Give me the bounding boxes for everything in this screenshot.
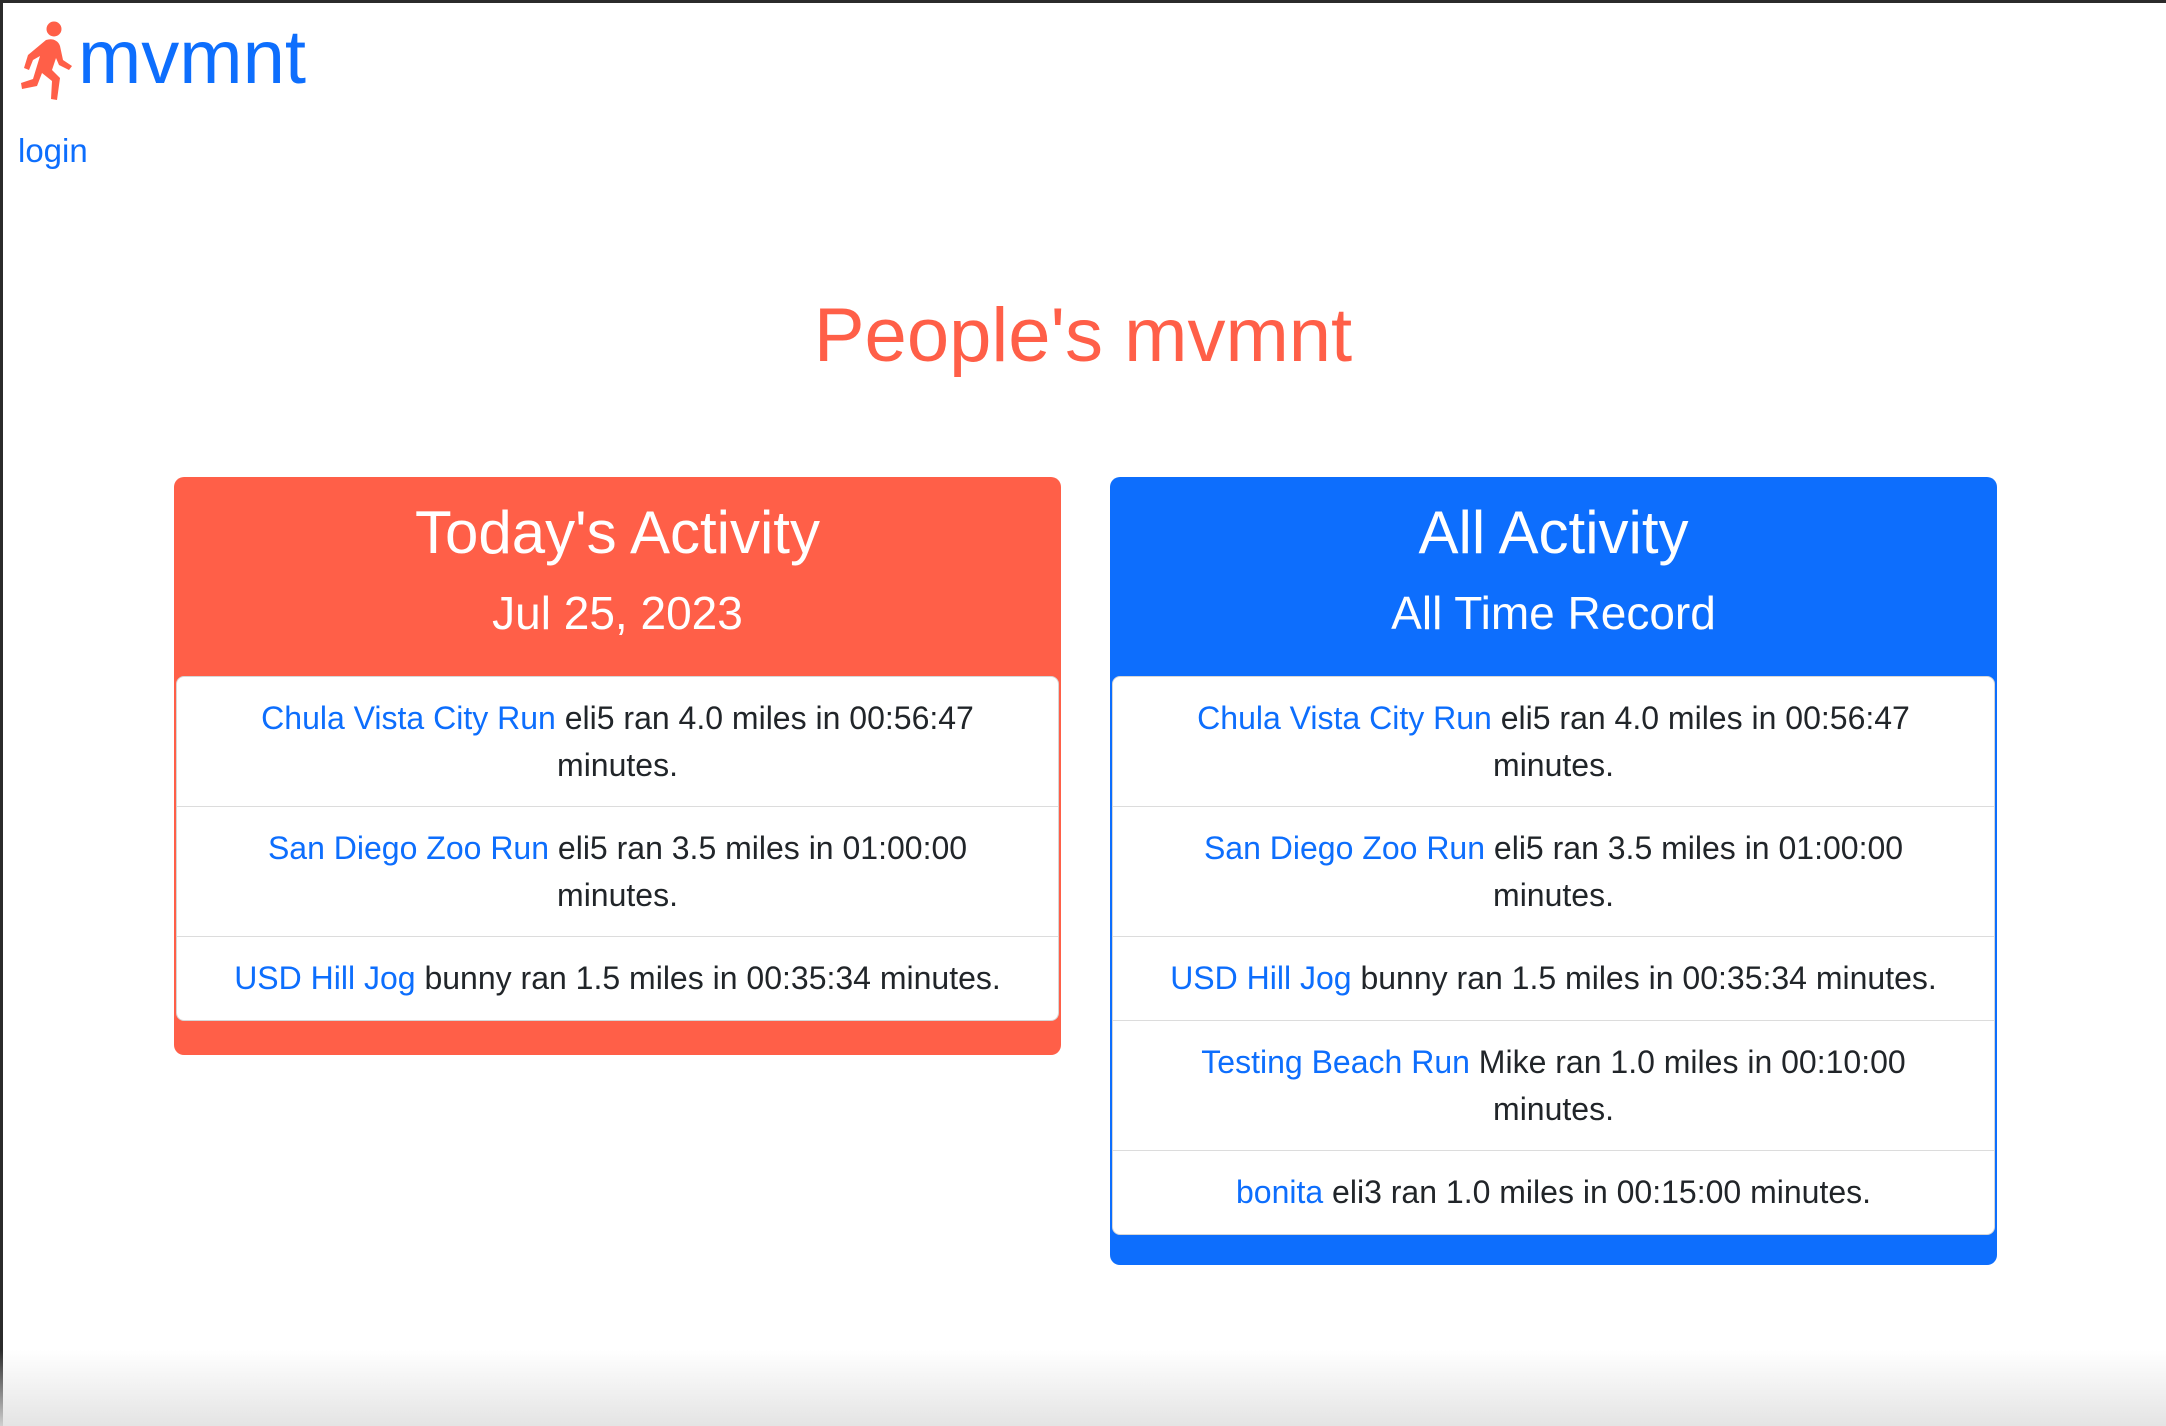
all-activity-card: All Activity All Time Record Chula Vista… (1110, 477, 1997, 1265)
activity-description: eli5 ran 4.0 miles in 00:56:47 minutes. (555, 700, 974, 783)
activity-link[interactable]: USD Hill Jog (1170, 960, 1351, 996)
brand-logo-link[interactable]: mvmnt (16, 15, 306, 102)
list-item: Chula Vista City Run eli5 ran 4.0 miles … (1113, 677, 1994, 806)
card-title: All Activity (1418, 499, 1689, 566)
activity-description: eli5 ran 4.0 miles in 00:56:47 minutes. (1491, 700, 1910, 783)
activity-description: Mike ran 1.0 miles in 00:10:00 minutes. (1469, 1044, 1906, 1127)
card-subtitle: All Time Record (1391, 587, 1716, 639)
card-date: Jul 25, 2023 (492, 587, 743, 639)
todays-activity-header: Today's Activity Jul 25, 2023 (174, 477, 1061, 676)
activity-link[interactable]: Chula Vista City Run (1197, 700, 1492, 736)
window-left-border (0, 0, 3, 1426)
list-item: San Diego Zoo Run eli5 ran 3.5 miles in … (1113, 806, 1994, 936)
list-item: San Diego Zoo Run eli5 ran 3.5 miles in … (177, 806, 1058, 936)
todays-activity-list: Chula Vista City Run eli5 ran 4.0 miles … (176, 676, 1059, 1021)
all-activity-list: Chula Vista City Run eli5 ran 4.0 miles … (1112, 676, 1995, 1235)
activity-link[interactable]: San Diego Zoo Run (268, 830, 549, 866)
list-item: USD Hill Jog bunny ran 1.5 miles in 00:3… (1113, 936, 1994, 1020)
card-title: Today's Activity (415, 499, 820, 566)
window-bottom-shadow (0, 1350, 2166, 1426)
list-item: bonita eli3 ran 1.0 miles in 00:15:00 mi… (1113, 1150, 1994, 1234)
all-activity-header: All Activity All Time Record (1110, 477, 1997, 676)
activity-description: bunny ran 1.5 miles in 00:35:34 minutes. (415, 960, 1001, 996)
activity-link[interactable]: Chula Vista City Run (261, 700, 556, 736)
activity-link[interactable]: San Diego Zoo Run (1204, 830, 1485, 866)
activity-description: eli5 ran 3.5 miles in 01:00:00 minutes. (1485, 830, 1904, 913)
activity-description: bunny ran 1.5 miles in 00:35:34 minutes. (1351, 960, 1937, 996)
window-top-border (0, 0, 2166, 3)
login-link[interactable]: login (18, 132, 88, 170)
activity-link[interactable]: USD Hill Jog (234, 960, 415, 996)
list-item: USD Hill Jog bunny ran 1.5 miles in 00:3… (177, 936, 1058, 1020)
running-person-icon (21, 21, 72, 100)
brand-name: mvmnt (78, 15, 306, 100)
activity-description: eli5 ran 3.5 miles in 01:00:00 minutes. (549, 830, 968, 913)
activity-link[interactable]: Testing Beach Run (1201, 1044, 1470, 1080)
list-item: Chula Vista City Run eli5 ran 4.0 miles … (177, 677, 1058, 806)
activity-link[interactable]: bonita (1236, 1174, 1323, 1210)
activity-description: eli3 ran 1.0 miles in 00:15:00 minutes. (1323, 1174, 1872, 1210)
list-item: Testing Beach Run Mike ran 1.0 miles in … (1113, 1020, 1994, 1150)
page-title: People's mvmnt (813, 293, 1353, 378)
todays-activity-card: Today's Activity Jul 25, 2023 Chula Vist… (174, 477, 1061, 1055)
